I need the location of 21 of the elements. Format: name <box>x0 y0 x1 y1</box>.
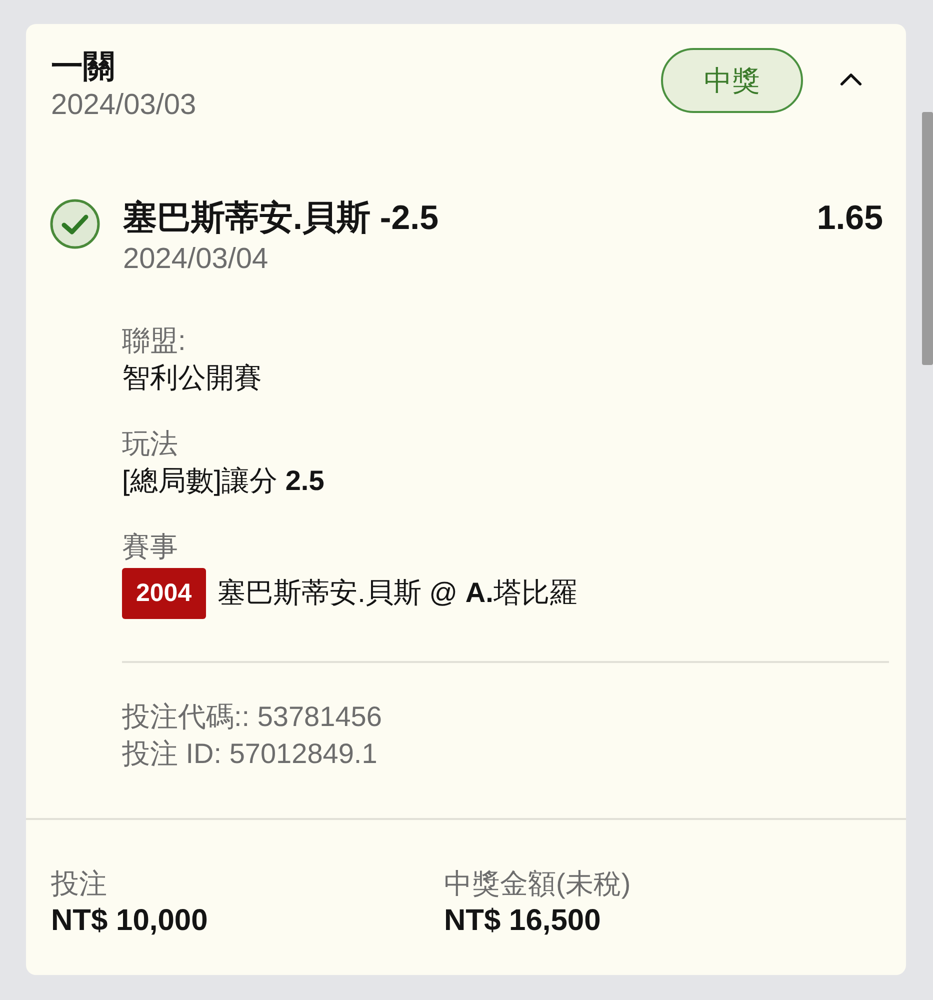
bet-code-text: 投注 ID: 57012849.1 <box>122 737 378 771</box>
bet-type-title: 一關 <box>51 47 116 86</box>
summary-label: 中獎金額(未稅) <box>444 867 632 901</box>
summary-label: 投注 <box>51 867 108 901</box>
field-value: 塞巴斯蒂安.貝斯 @ A.塔比羅 <box>218 576 578 610</box>
field-label: 聯盟: <box>122 324 187 358</box>
field-label: 玩法 <box>122 427 179 461</box>
field-label: 賽事 <box>122 530 179 564</box>
match-date: 2024/03/04 <box>123 242 270 277</box>
summary-amount: NT$ 10,000 <box>51 903 209 939</box>
odds-value: 1.65 <box>816 198 883 239</box>
status-badge: 中獎 <box>661 48 803 113</box>
field-value: 智利公開賽 <box>122 361 263 395</box>
event-number-tag: 2004 <box>122 568 206 618</box>
field-value: [總局數]讓分 2.5 <box>122 464 326 498</box>
bet-date: 2024/03/03 <box>51 88 198 123</box>
bet-code-text: 投注代碼:: 53781456 <box>122 700 383 734</box>
selection-name: 塞巴斯蒂安.貝斯 -2.5 <box>123 198 438 239</box>
scrollbar-thumb[interactable] <box>922 112 933 365</box>
summary-amount: NT$ 16,500 <box>444 903 602 939</box>
chevron-up-icon[interactable] <box>840 73 862 86</box>
